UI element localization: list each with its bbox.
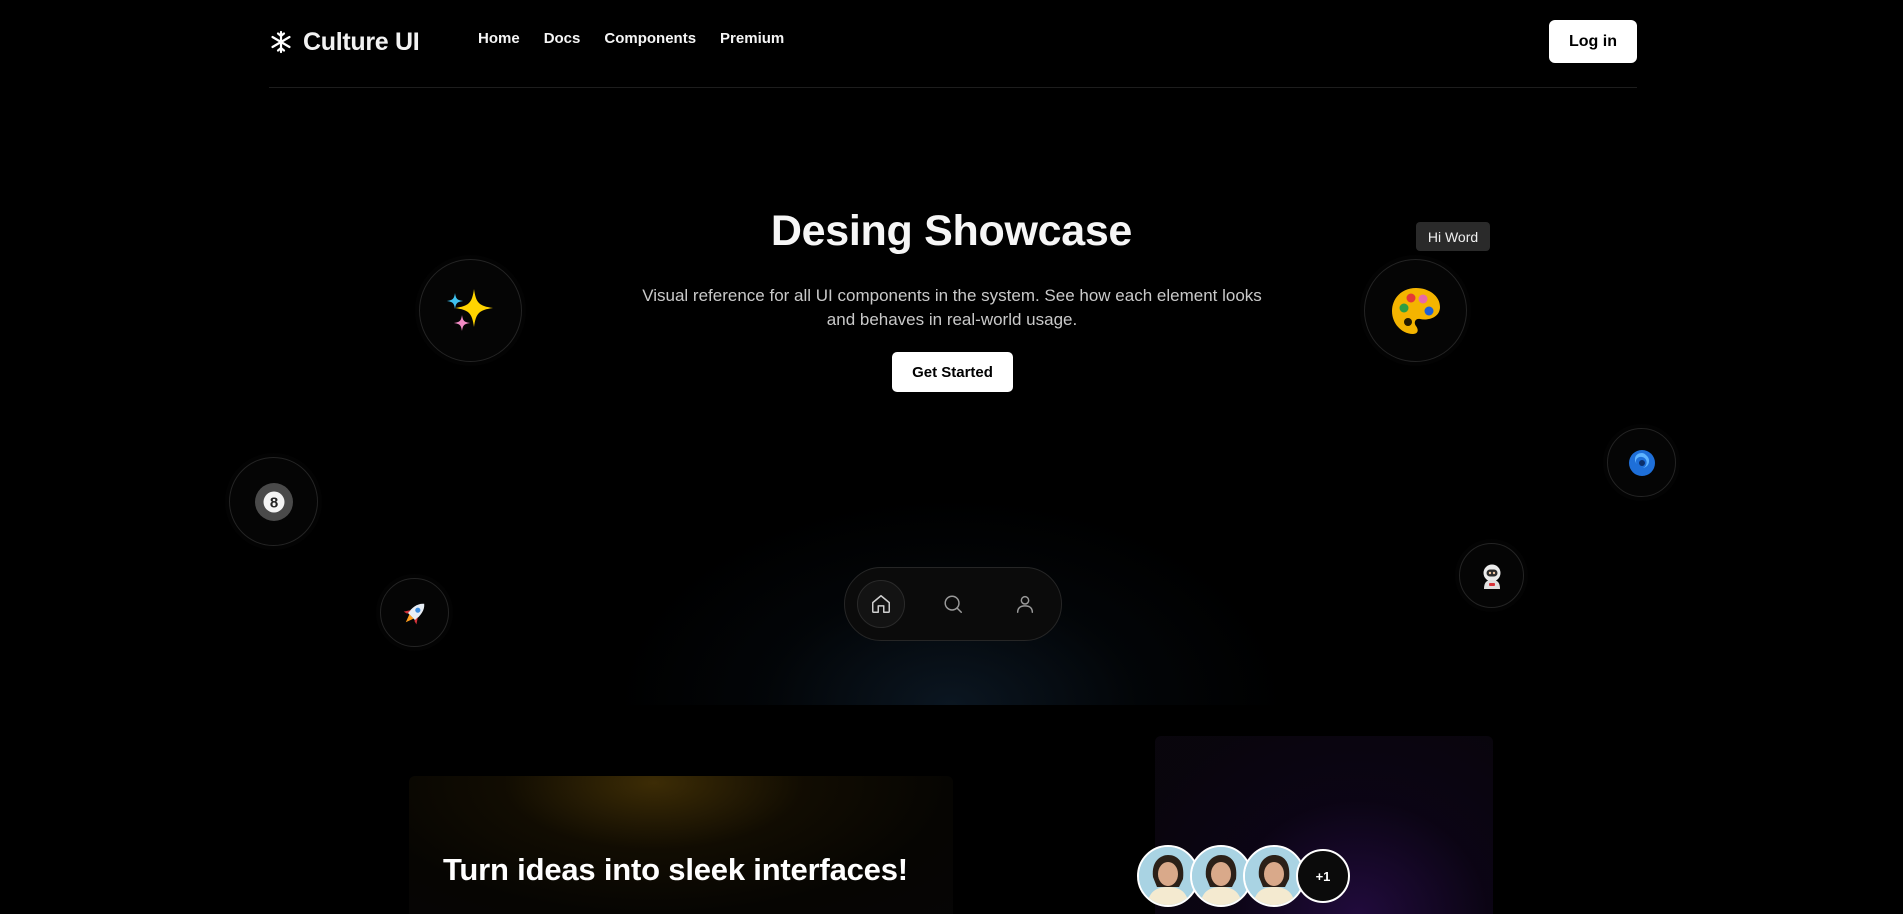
home-icon xyxy=(872,595,890,613)
user-icon xyxy=(1016,595,1034,613)
artist-palette-icon xyxy=(1391,287,1440,334)
top-header: Culture UI Home Docs Components Premium … xyxy=(269,0,1637,88)
pool-8-ball-icon: 8 xyxy=(254,482,293,521)
avatar-group: +1 xyxy=(1137,845,1357,907)
astronaut-bubble[interactable] xyxy=(1459,543,1524,608)
astronaut-icon xyxy=(1483,564,1500,589)
nav-home[interactable]: Home xyxy=(478,30,520,47)
person-avatar-icon xyxy=(1245,847,1303,905)
brand-name: Culture UI xyxy=(303,27,420,56)
feature-card: Turn ideas into sleek interfaces! xyxy=(409,776,953,914)
sparkles-icon xyxy=(446,288,493,331)
dock-home[interactable] xyxy=(857,580,905,628)
page: Culture UI Home Docs Components Premium … xyxy=(0,0,1903,914)
palette-bubble[interactable] xyxy=(1364,259,1467,362)
tooltip: Hi Word xyxy=(1416,222,1490,251)
brand[interactable]: Culture UI xyxy=(269,24,420,60)
get-started-button[interactable]: Get Started xyxy=(892,352,1013,392)
bottom-dock xyxy=(844,567,1062,641)
snowflake-logo-icon xyxy=(269,30,293,54)
main-nav: Home Docs Components Premium xyxy=(478,30,784,47)
feature-card-title: Turn ideas into sleek interfaces! xyxy=(443,852,908,887)
sparkles-bubble[interactable] xyxy=(419,259,522,362)
rocket-icon xyxy=(403,603,424,624)
login-button[interactable]: Log in xyxy=(1549,20,1637,63)
nav-premium[interactable]: Premium xyxy=(720,30,784,47)
dock-search[interactable] xyxy=(929,580,977,628)
hero-subtitle: Visual reference for all UI components i… xyxy=(642,286,1262,329)
pool-ball-bubble[interactable]: 8 xyxy=(229,457,318,546)
person-avatar-icon xyxy=(1139,847,1197,905)
hero-title: Desing Showcase xyxy=(770,207,1133,255)
nav-components[interactable]: Components xyxy=(604,30,696,47)
avatar-more-count[interactable]: +1 xyxy=(1296,849,1350,903)
cyclone-bubble[interactable] xyxy=(1607,428,1676,497)
person-avatar-icon xyxy=(1192,847,1250,905)
nav-docs[interactable]: Docs xyxy=(544,30,581,47)
dock-profile[interactable] xyxy=(1001,580,1049,628)
cyclone-icon xyxy=(1628,449,1655,476)
rocket-bubble[interactable] xyxy=(380,578,449,647)
svg-text:8: 8 xyxy=(269,494,277,511)
search-icon xyxy=(944,595,962,613)
